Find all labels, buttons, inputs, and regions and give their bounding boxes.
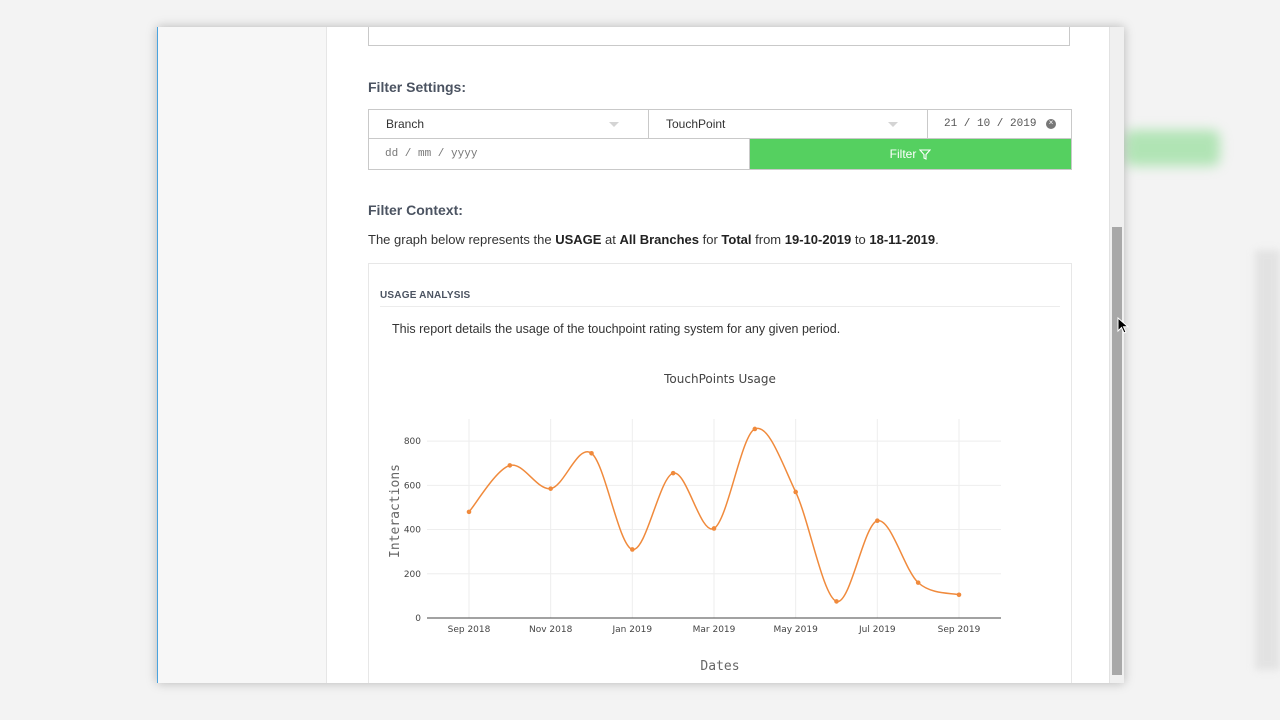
usage-line-chart: TouchPoints Usage 0 200 400 600 800 Sep 2018…	[388, 372, 1001, 674]
end-date-value: 21 / 10 / 2019	[944, 118, 1037, 130]
previous-section-box	[368, 27, 1070, 46]
data-point	[466, 509, 472, 515]
usage-analysis-panel: USAGE ANALYSIS This report details the u…	[368, 263, 1072, 683]
data-point	[793, 489, 798, 495]
panel-title: USAGE ANALYSIS	[380, 290, 471, 301]
x-tick-label: Jul 2019	[858, 625, 896, 635]
y-tick-label: 800	[404, 437, 421, 447]
chart-grid	[427, 419, 1001, 618]
y-tick-label: 600	[404, 481, 421, 491]
context-from-date: 19-10-2019	[784, 232, 852, 247]
data-point	[589, 450, 594, 456]
data-point	[875, 518, 880, 524]
context-at: at	[605, 232, 616, 247]
data-point	[752, 426, 758, 432]
y-axis-label: Interactions	[388, 464, 403, 558]
data-point	[507, 463, 513, 468]
x-axis-ticks: Sep 2018 Nov 2018 Jan 2019 Mar 2019 May 2019…	[448, 625, 981, 635]
background-blur	[1255, 250, 1280, 670]
start-date-placeholder: dd / mm / yyyy	[385, 148, 478, 160]
chevron-down-icon	[888, 122, 898, 127]
chevron-down-icon	[609, 122, 619, 127]
sidebar	[158, 27, 327, 683]
x-tick-label: Mar 2019	[693, 625, 736, 635]
context-to: to	[854, 232, 866, 247]
filter-button-label: Filter	[889, 147, 917, 161]
x-tick-label: Jan 2019	[612, 625, 653, 635]
end-date-input[interactable]: 21 / 10 / 2019 ×	[928, 110, 1071, 139]
context-prefix: The graph below represents the	[368, 232, 552, 247]
x-tick-label: Nov 2018	[529, 625, 573, 635]
data-point	[670, 470, 676, 476]
data-point	[711, 526, 717, 531]
mouse-cursor-icon	[1117, 317, 1130, 334]
panel-divider	[380, 306, 1060, 307]
context-to-date: 18-11-2019	[869, 232, 936, 247]
vertical-scrollbar[interactable]	[1109, 27, 1124, 683]
filter-context-heading: Filter Context:	[368, 202, 463, 218]
x-tick-label: Sep 2018	[448, 625, 491, 635]
branch-select[interactable]: Branch	[369, 110, 649, 139]
data-point	[630, 547, 635, 552]
panel-description: This report details the usage of the tou…	[392, 322, 841, 336]
data-point	[834, 599, 839, 604]
y-tick-label: 400	[404, 526, 421, 536]
context-from: from	[755, 232, 782, 247]
background-blur	[1125, 130, 1220, 166]
data-point	[956, 592, 962, 598]
context-branch: All Branches	[619, 232, 699, 247]
main-content: Filter Settings: Branch TouchPoint 21 / …	[327, 27, 1110, 683]
filter-settings-heading: Filter Settings:	[368, 79, 467, 95]
browser-window: Filter Settings: Branch TouchPoint 21 / …	[157, 27, 1124, 683]
context-touchpoint: Total	[721, 232, 752, 247]
scrollbar-thumb[interactable]	[1112, 227, 1122, 675]
filter-icon	[919, 148, 932, 160]
y-tick-label: 0	[415, 614, 421, 624]
context-suffix: .	[935, 232, 939, 247]
filter-button[interactable]: Filter	[750, 139, 1071, 169]
x-tick-label: Sep 2019	[938, 625, 981, 635]
data-point	[548, 486, 553, 491]
touchpoint-select-label: TouchPoint	[666, 117, 726, 131]
filter-context-sentence: The graph below represents the USAGE at …	[368, 232, 939, 247]
chart-title: TouchPoints Usage	[663, 372, 776, 386]
y-axis-ticks: 0 200 400 600 800	[404, 437, 421, 624]
start-date-input[interactable]: dd / mm / yyyy	[369, 139, 750, 169]
x-axis-label: Dates	[700, 659, 739, 674]
y-tick-label: 200	[404, 570, 421, 580]
x-tick-label: May 2019	[773, 625, 818, 635]
data-point	[915, 580, 921, 585]
touchpoint-select[interactable]: TouchPoint	[649, 110, 928, 139]
filter-form: Branch TouchPoint 21 / 10 / 2019 × dd / …	[368, 109, 1072, 170]
context-metric: USAGE	[555, 232, 602, 247]
branch-select-label: Branch	[386, 117, 425, 131]
clear-icon[interactable]: ×	[1046, 119, 1056, 129]
context-for: for	[702, 232, 718, 247]
